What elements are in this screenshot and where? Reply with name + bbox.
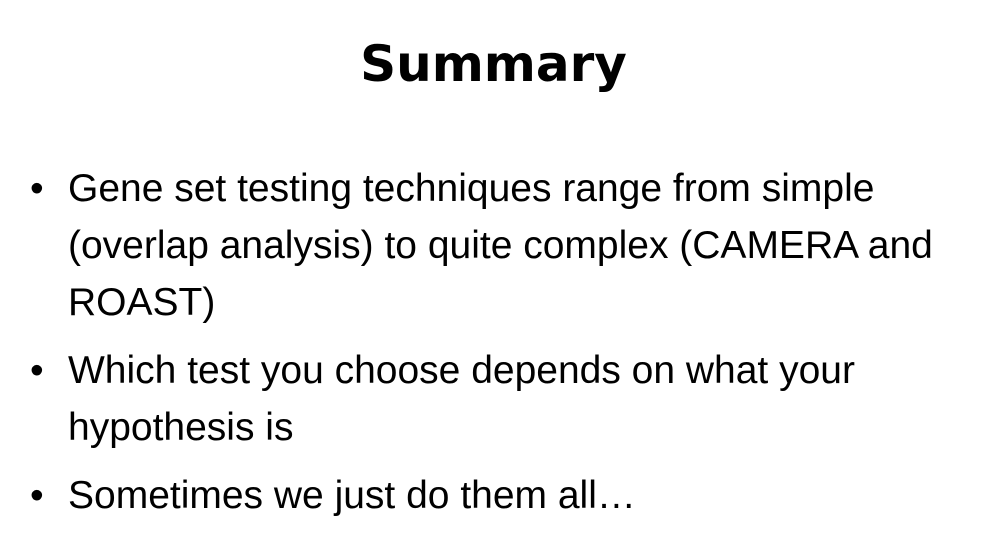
slide: Summary • Gene set testing techniques ra…	[0, 0, 987, 550]
bullet-item: • Which test you choose depends on what …	[30, 342, 975, 456]
bullet-list: • Gene set testing techniques range from…	[30, 160, 975, 535]
bullet-dot-icon: •	[30, 167, 44, 210]
bullet-text: Which test you choose depends on what yo…	[68, 349, 855, 449]
bullet-dot-icon: •	[30, 474, 44, 517]
bullet-item: • Sometimes we just do them all…	[30, 467, 975, 524]
bullet-text: Gene set testing techniques range from s…	[68, 167, 933, 324]
bullet-item: • Gene set testing techniques range from…	[30, 160, 975, 331]
slide-title: Summary	[360, 35, 627, 93]
bullet-text: Sometimes we just do them all…	[68, 474, 636, 517]
bullet-dot-icon: •	[30, 349, 44, 392]
